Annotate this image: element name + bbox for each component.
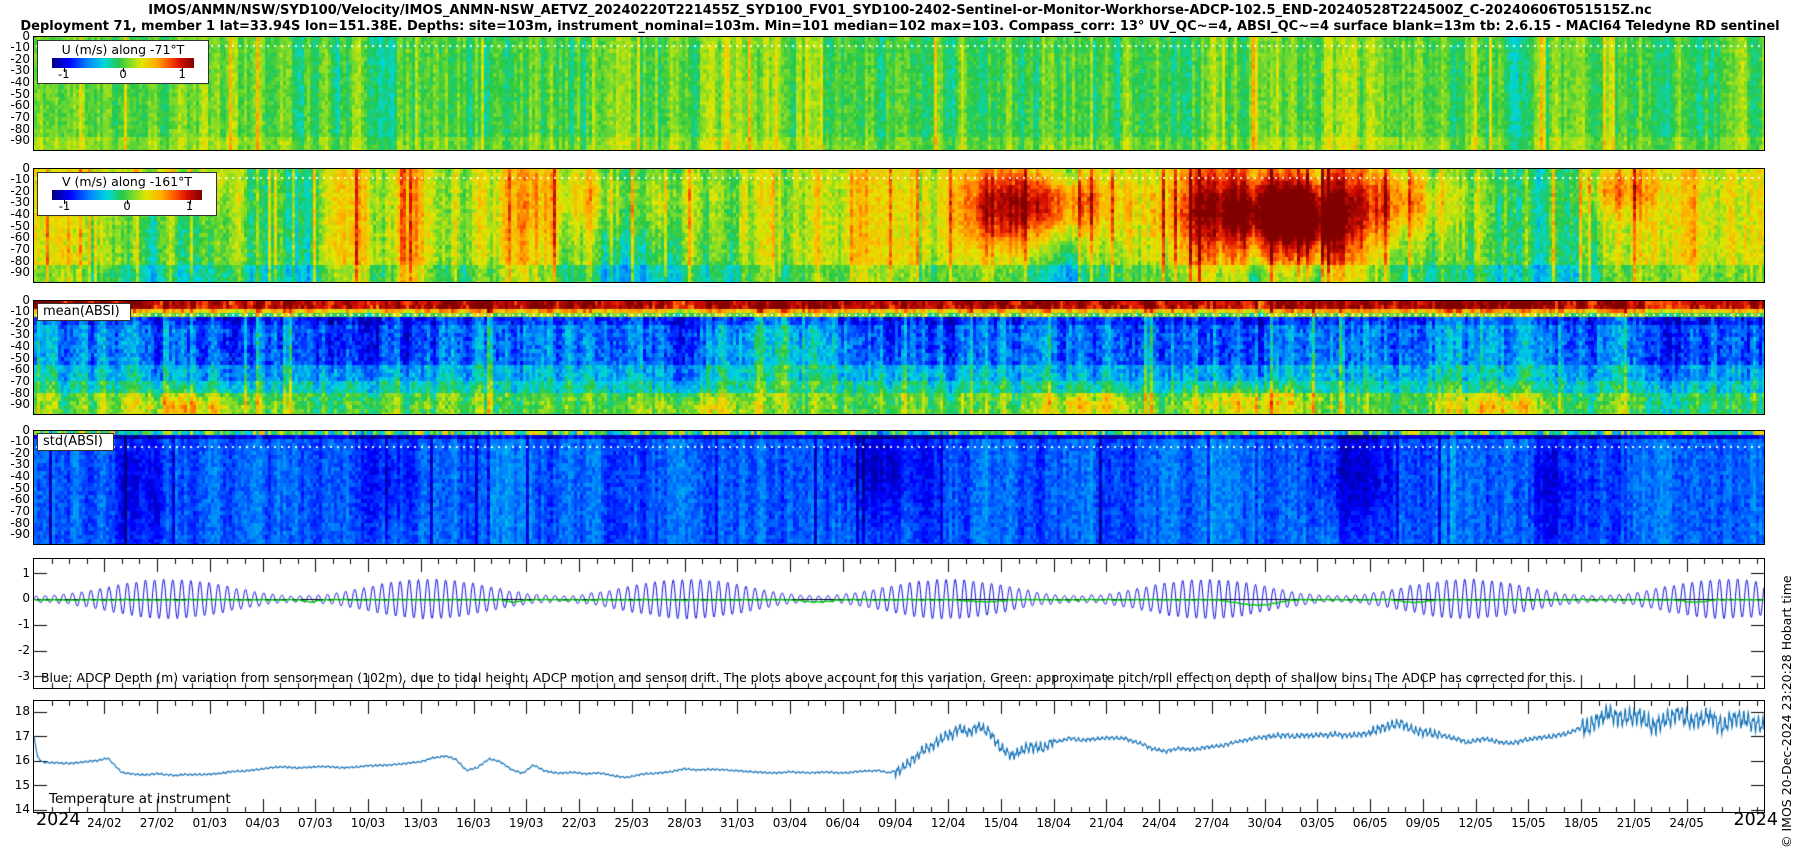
temperature-label: Temperature at instrument (49, 791, 231, 807)
date-tick-label: 18/05 (1557, 816, 1605, 830)
date-tick-label: 21/04 (1082, 816, 1130, 830)
date-tick-label: 03/04 (766, 816, 814, 830)
panel-v-velocity: V (m/s) along -161°T -1 0 1 (33, 168, 1765, 283)
depth-variation-tick-label: -2 (0, 644, 30, 657)
date-tick-label: 21/05 (1610, 816, 1658, 830)
figure-title: IMOS/ANMN/NSW/SYD100/Velocity/IMOS_ANMN-… (0, 3, 1800, 35)
panel-mean-absi: mean(ABSI) (33, 300, 1765, 415)
depth-tick-label: -90 (0, 398, 30, 411)
mean-absi-heatmap (34, 301, 1764, 414)
v-velocity-heatmap (34, 169, 1764, 282)
u-legend-title: U (m/s) along -71°T (38, 42, 208, 57)
year-label-right: 2024 (1706, 810, 1778, 830)
date-tick-label: 01/03 (186, 816, 234, 830)
date-tick-label: 27/04 (1188, 816, 1236, 830)
temperature-tick-label: 18 (0, 705, 30, 718)
temperature-plot (34, 701, 1764, 812)
date-tick-label: 04/03 (239, 816, 287, 830)
date-tick-label: 15/04 (977, 816, 1025, 830)
u-colorbar-legend: U (m/s) along -71°T -1 0 1 (37, 40, 209, 84)
depth-tick-label: -90 (0, 266, 30, 279)
panel-u-velocity: U (m/s) along -71°T -1 0 1 (33, 36, 1765, 151)
colorbar-tick-label: 0 (123, 200, 130, 213)
year-label-left: 2024 (36, 810, 81, 830)
date-tick-label: 06/05 (1346, 816, 1394, 830)
date-tick-label: 03/05 (1293, 816, 1341, 830)
adcp-deployment-figure: IMOS/ANMN/NSW/SYD100/Velocity/IMOS_ANMN-… (0, 0, 1800, 850)
date-tick-label: 27/02 (133, 816, 181, 830)
date-tick-label: 06/04 (819, 816, 867, 830)
date-tick-label: 12/05 (1452, 816, 1500, 830)
date-tick-label: 19/03 (502, 816, 550, 830)
title-line2: Deployment 71, member 1 lat=33.94S lon=1… (0, 19, 1800, 35)
mean-absi-label: mean(ABSI) (37, 303, 131, 321)
colorbar-tick-label: -1 (58, 68, 69, 81)
temperature-tick-label: 15 (0, 779, 30, 792)
date-tick-label: 30/04 (1241, 816, 1289, 830)
temperature-tick-label: 14 (0, 803, 30, 816)
imos-watermark: © IMOS 20-Dec-2024 23:20:28 Hobart time (1779, 575, 1794, 848)
date-tick-label: 16/03 (450, 816, 498, 830)
depth-variation-note: Blue: ADCP Depth (m) variation from sens… (41, 670, 1576, 685)
std-absi-label: std(ABSI) (37, 433, 114, 451)
colorbar-tick-label: 1 (186, 200, 193, 213)
panel-std-absi: std(ABSI) (33, 430, 1765, 545)
panel-depth-variation: Blue: ADCP Depth (m) variation from sens… (33, 558, 1765, 689)
colorbar-tick-label: 0 (119, 68, 126, 81)
depth-variation-plot (34, 559, 1764, 688)
panel-temperature: Temperature at instrument (33, 700, 1765, 813)
u-velocity-heatmap (34, 37, 1764, 150)
depth-variation-tick-label: 0 (0, 592, 30, 605)
v-legend-title: V (m/s) along -161°T (38, 174, 216, 189)
depth-variation-tick-label: -1 (0, 618, 30, 631)
std-absi-heatmap (34, 431, 1764, 544)
temperature-tick-label: 16 (0, 754, 30, 767)
date-tick-label: 07/03 (291, 816, 339, 830)
temperature-tick-label: 17 (0, 730, 30, 743)
date-tick-label: 18/04 (1030, 816, 1078, 830)
date-tick-label: 24/04 (1135, 816, 1183, 830)
title-line1: IMOS/ANMN/NSW/SYD100/Velocity/IMOS_ANMN-… (0, 3, 1800, 19)
depth-variation-tick-label: 1 (0, 567, 30, 580)
depth-variation-tick-label: -3 (0, 670, 30, 683)
date-tick-label: 24/05 (1663, 816, 1711, 830)
date-tick-label: 24/02 (80, 816, 128, 830)
colorbar-tick-label: -1 (59, 200, 70, 213)
v-colorbar-ticks: -1 0 1 (52, 200, 202, 213)
date-tick-label: 09/05 (1399, 816, 1447, 830)
date-tick-label: 31/03 (713, 816, 761, 830)
depth-tick-label: -90 (0, 528, 30, 541)
date-tick-label: 13/03 (397, 816, 445, 830)
date-tick-label: 28/03 (661, 816, 709, 830)
colorbar-tick-label: 1 (179, 68, 186, 81)
date-tick-label: 25/03 (608, 816, 656, 830)
date-tick-label: 15/05 (1504, 816, 1552, 830)
date-tick-label: 12/04 (924, 816, 972, 830)
depth-tick-label: -90 (0, 134, 30, 147)
date-tick-label: 09/04 (871, 816, 919, 830)
date-tick-label: 22/03 (555, 816, 603, 830)
date-tick-label: 10/03 (344, 816, 392, 830)
u-colorbar-ticks: -1 0 1 (52, 68, 194, 81)
v-colorbar-legend: V (m/s) along -161°T -1 0 1 (37, 172, 217, 216)
